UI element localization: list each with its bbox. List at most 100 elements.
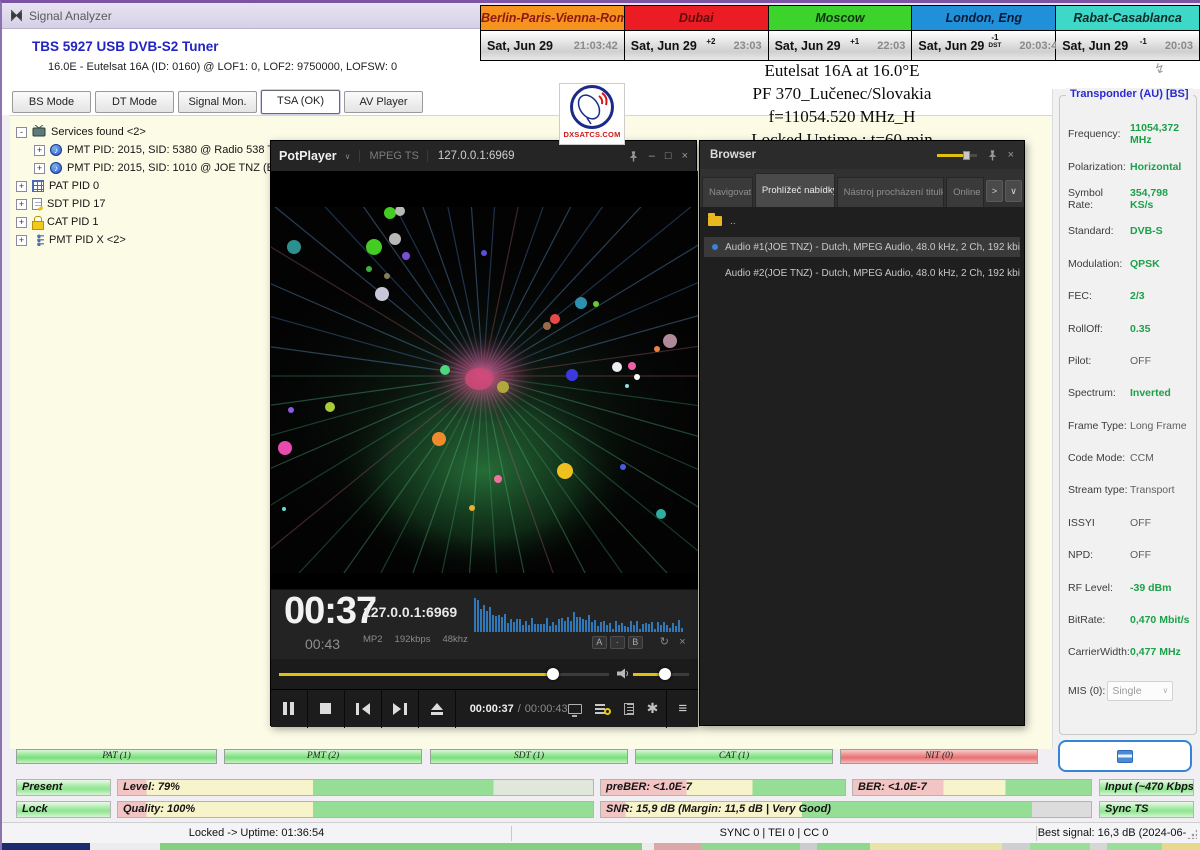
audio-track-item[interactable]: Audio #1(JOE TNZ) - Dutch, MPEG Audio, 4…	[704, 237, 1020, 257]
video-area[interactable]	[271, 171, 698, 589]
expand-icon[interactable]: +	[16, 181, 27, 192]
clock-time: 20:03	[1165, 40, 1193, 52]
expand-icon[interactable]: +	[34, 145, 45, 156]
ts-record-button[interactable]	[1058, 740, 1192, 772]
field-value: 0.35	[1130, 323, 1150, 335]
table-icon	[32, 180, 44, 192]
field-label: RF Level:	[1068, 582, 1130, 594]
collapse-icon[interactable]: -	[16, 127, 27, 138]
app-title: Signal Analyzer	[29, 9, 112, 23]
opacity-slider[interactable]	[937, 151, 977, 160]
transponder-row: Modulation:QPSK	[1068, 248, 1192, 280]
volume-thumb[interactable]	[659, 668, 671, 680]
preber-meter: preBER: <1.0E-7	[600, 779, 846, 796]
expand-icon[interactable]: +	[16, 199, 27, 210]
field-label: Standard:	[1068, 225, 1130, 237]
seek-thumb[interactable]	[547, 668, 559, 680]
volume-icon[interactable]	[617, 668, 629, 679]
field-label: Frequency:	[1068, 128, 1130, 140]
tab-dt-mode[interactable]: DT Mode	[95, 91, 174, 113]
tree-item-services[interactable]: - Services found <2>	[16, 123, 339, 141]
field-label: Modulation:	[1068, 258, 1130, 270]
stream-source: 127.0.0.1:6969	[427, 150, 515, 162]
transponder-row: Symbol Rate:354,798 KS/s	[1068, 183, 1192, 215]
close-icon[interactable]: ×	[682, 150, 688, 162]
playlist-icon[interactable]	[624, 703, 634, 715]
next-button[interactable]	[382, 690, 419, 728]
audio-track-item[interactable]: Audio #2(JOE TNZ) - Dutch, MPEG Audio, 4…	[704, 263, 1020, 283]
browser-tab-subtitle-browser[interactable]: Nástroj procházení titulků	[837, 177, 944, 207]
field-label: Pilot:	[1068, 355, 1130, 367]
expand-icon[interactable]: +	[34, 163, 45, 174]
tab-av-player[interactable]: AV Player	[344, 91, 423, 113]
source-label: 127.0.0.1:6969	[363, 604, 457, 620]
field-value: 0,470 Mbit/s	[1130, 614, 1190, 626]
clock-date: Sat, Jun 29	[775, 39, 847, 53]
pause-button[interactable]	[271, 690, 308, 728]
pin-icon[interactable]	[628, 150, 639, 162]
tab-bs-mode[interactable]: BS Mode	[12, 91, 91, 113]
previous-button[interactable]	[345, 690, 382, 728]
field-label: Spectrum:	[1068, 387, 1130, 399]
browser-tab-menu-browser[interactable]: Prohlížeč nabídky	[755, 173, 835, 207]
repeat-icon[interactable]: ↻	[657, 636, 672, 649]
player-info-panel: 00:37 00:43 127.0.0.1:6969 MP2 192kbps 4…	[271, 589, 698, 659]
seek-area	[271, 659, 698, 689]
ab-middle-button[interactable]: ·	[610, 636, 625, 649]
potplayer-menu[interactable]: PotPlayer	[279, 149, 337, 163]
audio-track-label: Audio #1(JOE TNZ) - Dutch, MPEG Audio, 4…	[725, 242, 1020, 253]
cast-screen-icon[interactable]	[568, 704, 582, 714]
tree-item-label: SDT PID 17	[47, 198, 106, 210]
cat-status-bar: CAT (1)	[635, 749, 833, 764]
field-value: 2/3	[1130, 290, 1145, 302]
close-icon[interactable]: ×	[1008, 149, 1014, 161]
field-value: DVB-S	[1130, 225, 1163, 237]
stop-button[interactable]	[308, 690, 345, 728]
parent-folder-label: ..	[730, 215, 736, 227]
clock-city-label: Dubai	[625, 6, 768, 31]
music-visualization	[271, 171, 698, 589]
clock-time: 21:03:42	[574, 40, 618, 52]
playlist-search-icon[interactable]	[595, 703, 611, 715]
tab-tsa[interactable]: TSA (OK)	[261, 90, 340, 114]
chevron-down-icon[interactable]: ∨	[1005, 180, 1022, 202]
expand-icon[interactable]: +	[16, 235, 27, 246]
snr-meter: SNR: 15,9 dB (Margin: 11,5 dB | Very Goo…	[600, 801, 1092, 818]
clock-date: Sat, Jun 29	[487, 39, 556, 53]
marker-a-button[interactable]: A	[592, 636, 607, 649]
browser-tab-navigate[interactable]: Navigovat	[702, 177, 753, 207]
browser-titlebar[interactable]: Browser ×	[700, 141, 1024, 169]
close-visual-icon[interactable]: ×	[675, 636, 690, 649]
pin-icon[interactable]	[987, 149, 998, 161]
field-label: Code Mode:	[1068, 452, 1130, 464]
tree-item-label: PMT PID X <2>	[49, 234, 126, 246]
mis-label: MIS (0):	[1068, 685, 1105, 697]
browser-content: .. Audio #1(JOE TNZ) - Dutch, MPEG Audio…	[700, 207, 1024, 725]
potplayer-titlebar[interactable]: PotPlayer ∨ MPEG TS 127.0.0.1:6969 – □ ×	[271, 141, 696, 171]
ts-buffer-icon	[1117, 750, 1133, 763]
parent-folder-item[interactable]: ..	[708, 215, 736, 227]
field-value: QPSK	[1130, 258, 1160, 270]
ber-meter: BER: <1.0E-7	[852, 779, 1092, 796]
total-time: 00:43	[305, 636, 340, 652]
app-icon	[10, 9, 23, 22]
playing-indicator-icon	[712, 244, 718, 250]
samplerate-label: 48khz	[442, 634, 467, 645]
clock-city-label: London, Eng	[912, 6, 1055, 31]
menu-icon[interactable]: ≡	[666, 690, 698, 728]
expand-icon[interactable]: +	[16, 217, 27, 228]
mis-dropdown[interactable]: Single ∨	[1107, 681, 1173, 701]
chevron-right-icon[interactable]: >	[986, 180, 1003, 202]
minimize-icon[interactable]: –	[649, 150, 655, 162]
browser-tab-online[interactable]: Online	[946, 177, 984, 207]
marker-b-button[interactable]: B	[628, 636, 643, 649]
tab-signal-mon[interactable]: Signal Mon.	[178, 91, 257, 113]
maximize-icon[interactable]: □	[665, 150, 672, 162]
status-bar: Locked -> Uptime: 01:36:54 SYNC 0 | TEI …	[2, 822, 1200, 843]
gear-icon[interactable]: ✱	[647, 700, 659, 717]
browser-window: Browser × Navigovat Prohlížeč nabídky Ná…	[699, 140, 1025, 726]
eject-button[interactable]	[419, 690, 456, 728]
transponder-row: Stream type:Transport	[1068, 474, 1192, 506]
clock-offset: -1	[1140, 38, 1147, 46]
field-value: OFF	[1130, 517, 1151, 529]
